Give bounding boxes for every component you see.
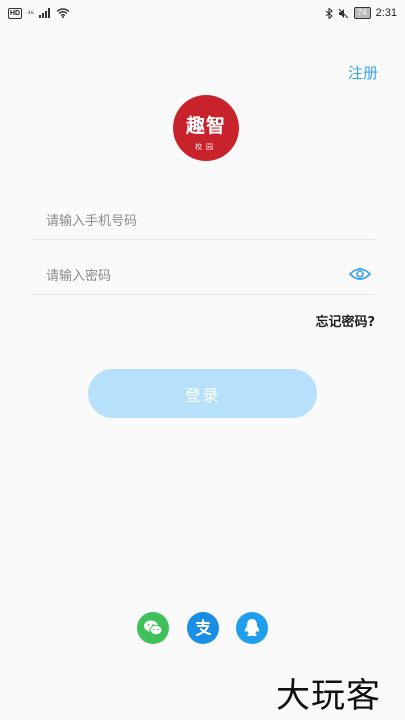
login-button[interactable]: 登录	[88, 369, 317, 418]
qq-icon	[244, 619, 260, 637]
app-logo: 趣智 校园	[173, 95, 239, 161]
logo-sub-text: 校园	[195, 142, 217, 151]
alipay-icon	[196, 619, 211, 636]
logo-main-text: 趣智	[185, 114, 226, 137]
hd-badge: HD	[8, 7, 23, 19]
phone-field[interactable]: 请输入手机号码	[32, 200, 375, 240]
password-field[interactable]: 请输入密码	[32, 255, 375, 295]
phone-input-placeholder[interactable]: 请输入手机号码	[46, 210, 137, 229]
alipay-login-button[interactable]	[187, 612, 219, 644]
wechat-login-button[interactable]	[137, 612, 169, 644]
forgot-password-link[interactable]: 忘记密码?	[315, 311, 375, 330]
status-bar-right: 74 2:31	[325, 7, 397, 19]
mute-icon	[338, 8, 349, 18]
wechat-icon	[144, 620, 163, 636]
bluetooth-icon	[325, 7, 333, 19]
watermark: 大玩客	[276, 676, 381, 716]
eye-icon[interactable]	[349, 265, 371, 283]
status-bar-left: HD ⁴⁶	[8, 7, 70, 19]
battery-indicator: 74	[353, 7, 371, 19]
wifi-icon	[56, 8, 70, 18]
password-input-placeholder[interactable]: 请输入密码	[46, 265, 111, 284]
signal-icon	[38, 8, 50, 18]
clock: 2:31	[375, 7, 397, 19]
status-bar: HD ⁴⁶ 74 2:31	[0, 0, 405, 26]
register-link[interactable]: 注册	[348, 62, 378, 83]
network-type: ⁴⁶	[27, 8, 34, 18]
qq-login-button[interactable]	[236, 612, 268, 644]
